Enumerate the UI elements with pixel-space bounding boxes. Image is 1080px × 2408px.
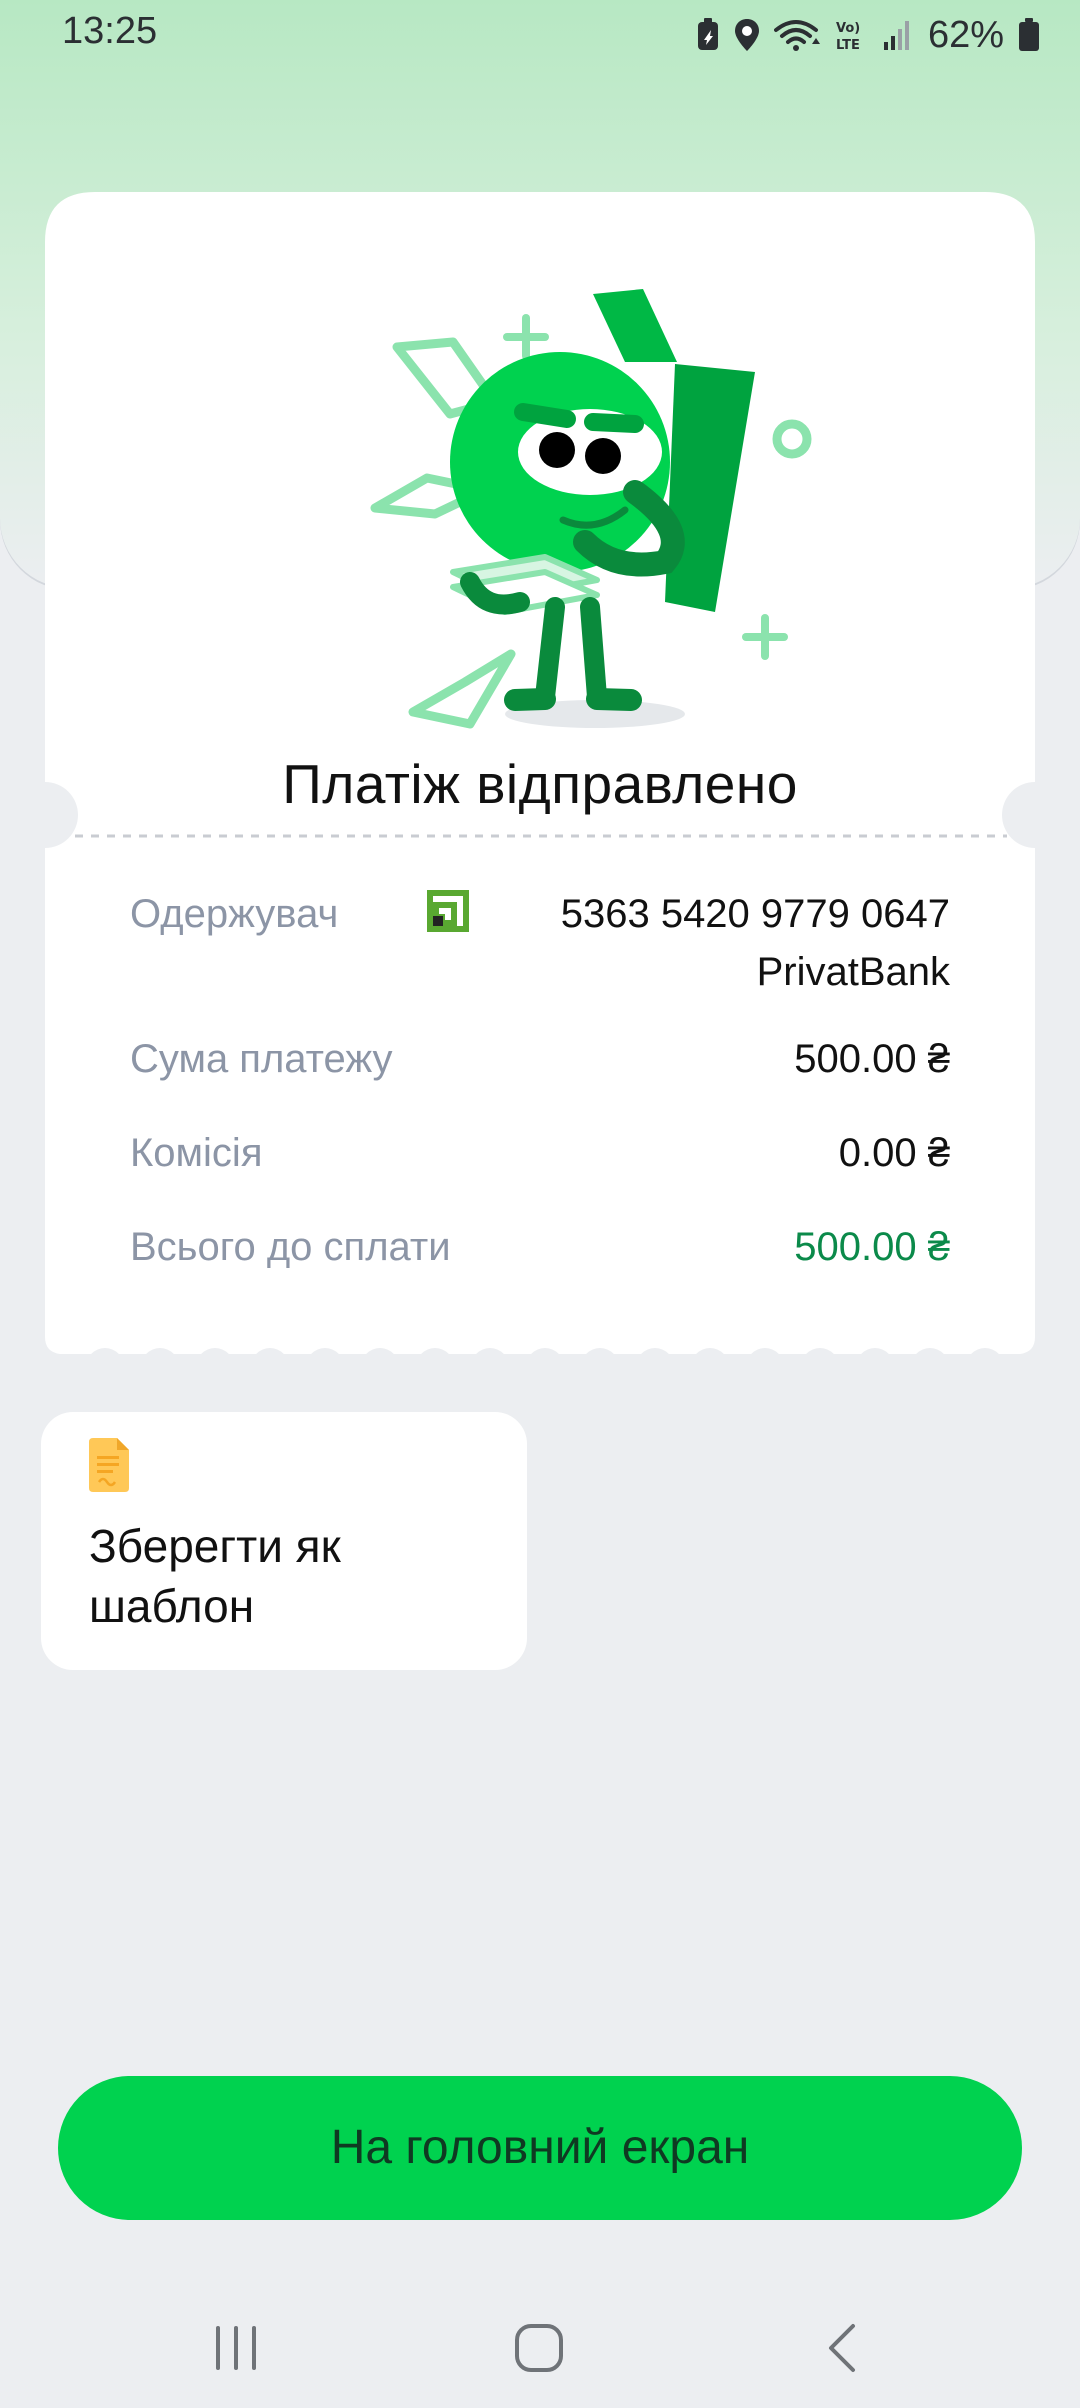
recents-button[interactable]	[176, 2310, 296, 2390]
recipient-bank-name: PrivatBank	[756, 950, 950, 994]
save-as-template-button[interactable]: Зберегти як шаблон	[41, 1412, 527, 1670]
status-bar: 13:25 Vo) LTE 62%	[0, 0, 1080, 72]
go-to-home-button[interactable]: На головний екран	[58, 2076, 1022, 2220]
recipient-label: Одержувач	[130, 892, 339, 936]
system-navigation-bar	[0, 2270, 1080, 2408]
amount-value: 500.00 ₴	[794, 1037, 950, 1081]
status-time: 13:25	[62, 10, 158, 52]
payment-receipt-card: Платіж відправлено Одержувач 5363 5420 9…	[45, 192, 1035, 1367]
commission-row: Комісія 0.00 ₴	[130, 1131, 950, 1191]
signal-icon	[882, 18, 912, 52]
save-as-template-label: Зберегти як шаблон	[89, 1520, 341, 1632]
recipient-row: Одержувач 5363 5420 9779 0647 PrivatBank	[130, 890, 950, 994]
battery-saver-icon	[696, 18, 720, 52]
sparkle-icon	[503, 314, 549, 360]
recents-icon	[211, 2324, 261, 2377]
wifi-icon	[773, 18, 820, 52]
status-icons: Vo) LTE 62%	[696, 12, 1040, 58]
home-icon	[514, 2323, 564, 2378]
battery-percent: 62%	[927, 13, 1004, 56]
volte-icon: Vo) LTE	[834, 18, 868, 52]
back-icon	[825, 2322, 859, 2379]
svg-text:Vo): Vo)	[836, 21, 860, 36]
commission-label: Комісія	[130, 1131, 263, 1175]
privatbank-logo-icon	[427, 890, 469, 932]
payment-status-title: Платіж відправлено	[282, 753, 798, 815]
location-icon	[734, 18, 760, 52]
back-button[interactable]	[782, 2310, 902, 2390]
total-row: Всього до сплати 500.00 ₴	[130, 1225, 950, 1285]
document-icon	[89, 1438, 129, 1492]
home-nav-button[interactable]	[479, 2310, 599, 2390]
go-to-home-label: На головний екран	[330, 2121, 750, 2174]
recipient-card-number: 5363 5420 9779 0647	[560, 892, 950, 936]
total-value: 500.00 ₴	[794, 1225, 950, 1269]
amount-label: Сума платежу	[130, 1037, 393, 1081]
amount-row: Сума платежу 500.00 ₴	[130, 1037, 950, 1097]
battery-icon	[1018, 18, 1040, 52]
total-label: Всього до сплати	[130, 1225, 451, 1269]
svg-text:LTE: LTE	[836, 38, 860, 52]
commission-value: 0.00 ₴	[838, 1131, 950, 1175]
